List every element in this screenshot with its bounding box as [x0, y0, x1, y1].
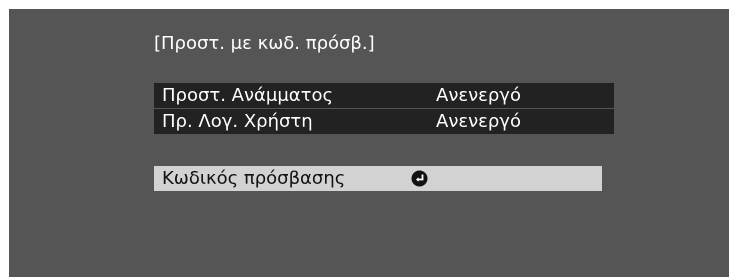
setting-label: Πρ. Λογ. Χρήστη: [162, 111, 313, 132]
menu-title: [Προστ. με κωδ. πρόσβ.]: [154, 33, 375, 54]
setting-row-user-logo-protection[interactable]: Πρ. Λογ. Χρήστη Ανενεργό: [154, 108, 614, 134]
enter-icon: [411, 170, 428, 187]
setting-value: Ανενεργό: [436, 85, 521, 106]
setting-value: Ανενεργό: [436, 111, 521, 132]
passcode-item[interactable]: Κωδικός πρόσβασης: [154, 166, 602, 191]
setting-row-power-on-protection[interactable]: Προστ. Ανάμματος Ανενεργό: [154, 83, 614, 108]
settings-list: Προστ. Ανάμματος Ανενεργό Πρ. Λογ. Χρήστ…: [154, 83, 614, 134]
passcode-label: Κωδικός πρόσβασης: [162, 168, 346, 189]
menu-screen: [Προστ. με κωδ. πρόσβ.] Προστ. Ανάμματος…: [9, 9, 729, 277]
setting-label: Προστ. Ανάμματος: [162, 85, 334, 106]
